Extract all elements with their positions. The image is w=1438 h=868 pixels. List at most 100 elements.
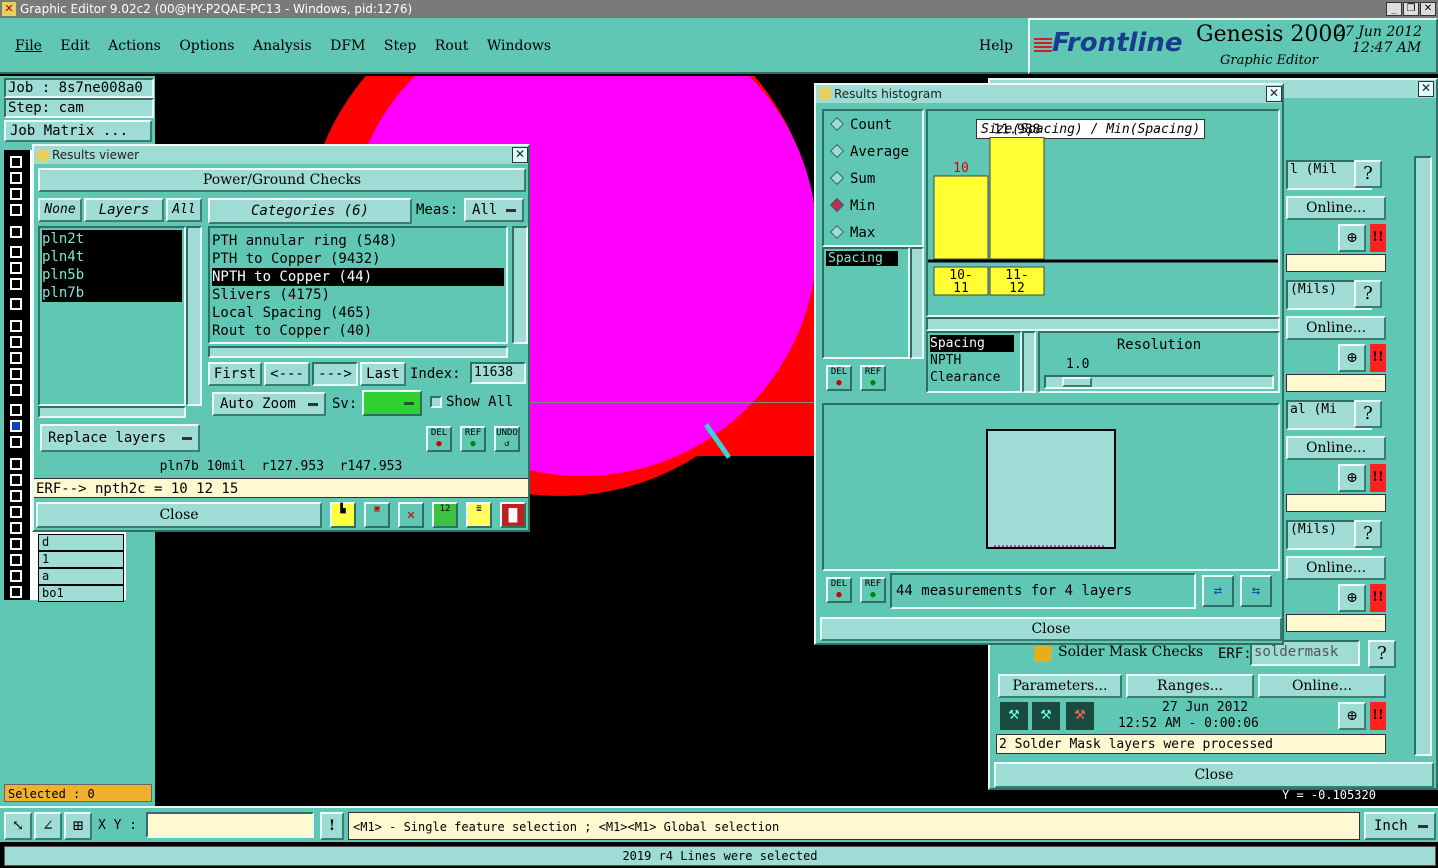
del-icon[interactable]: DEL ● (826, 577, 852, 603)
xy-input[interactable] (146, 812, 314, 838)
layer-select-checkbox[interactable] (10, 458, 22, 470)
layer-item[interactable]: pln4t (42, 248, 182, 266)
restore-button[interactable]: ❐ (1403, 2, 1419, 16)
layer-list-scrollbar[interactable] (186, 226, 202, 406)
close-window-button[interactable]: ✕ (1420, 2, 1436, 16)
categories-scrollbar[interactable] (512, 226, 528, 344)
zoom-icon[interactable]: ⊕ (1338, 344, 1366, 372)
mode-radio-max[interactable]: Max (829, 224, 875, 241)
grid-icon[interactable]: ⊞ (64, 812, 92, 840)
histogram-close-button[interactable]: Close (820, 617, 1282, 641)
menu-edit[interactable]: Edit (60, 38, 89, 54)
run-stop-icon[interactable]: ⚒ (1066, 702, 1094, 730)
layer-select-checkbox[interactable] (10, 368, 22, 380)
layer-select-checkbox[interactable] (10, 336, 22, 348)
zoom-icon[interactable]: ⊕ (1338, 464, 1366, 492)
run-global-icon[interactable]: ⚒ (1032, 702, 1060, 730)
menu-file[interactable]: File (15, 38, 42, 54)
zoom-icon[interactable]: ⊕ (1338, 702, 1366, 730)
report-icon[interactable]: ≣ (466, 502, 492, 528)
menu-actions[interactable]: Actions (108, 38, 161, 54)
show-all-checkbox[interactable] (430, 396, 442, 408)
help-button[interactable]: ? (1354, 280, 1382, 308)
online-button[interactable]: Online... (1286, 196, 1386, 220)
info-icon[interactable]: ! (320, 812, 344, 840)
categories-hscrollbar[interactable] (208, 346, 508, 358)
layer-select-checkbox[interactable] (10, 278, 22, 290)
last-button[interactable]: Last (360, 362, 406, 386)
layer-select-checkbox[interactable] (10, 570, 22, 582)
layer-select-checkbox[interactable] (10, 506, 22, 518)
parameters-button[interactable]: Parameters... (998, 674, 1122, 698)
display-icon[interactable]: ▙ (330, 502, 356, 528)
zoom-icon[interactable]: ⊕ (1338, 224, 1366, 252)
layer-item[interactable]: pln2t (42, 230, 182, 248)
category-item[interactable]: NPTH to Copper (44) (212, 268, 504, 286)
online-button[interactable]: Online... (1286, 436, 1386, 460)
layer-select-checkbox[interactable] (10, 538, 22, 550)
menu-help[interactable]: Help (979, 38, 1013, 54)
category-item[interactable]: Slivers (4175) (212, 286, 504, 304)
layer-select-checkbox[interactable] (10, 384, 22, 396)
none-button[interactable]: None (38, 198, 82, 222)
categories-button[interactable]: Categories (6) (208, 198, 412, 224)
measure-item[interactable]: Spacing (826, 251, 898, 266)
first-button[interactable]: First (208, 362, 262, 386)
layer-row[interactable]: d (38, 534, 124, 551)
layer-select-checkbox[interactable] (10, 156, 22, 168)
layers-button[interactable]: Layers (84, 198, 164, 222)
measure-type-item[interactable]: Clearance (930, 369, 1014, 386)
category-item[interactable]: Rout to Copper (40) (212, 322, 504, 340)
layer-list-hscrollbar[interactable] (38, 406, 186, 418)
close-icon[interactable]: ✕ (1418, 81, 1434, 97)
measure-icon[interactable]: ∠ (34, 812, 62, 840)
layer-select-checkbox[interactable] (10, 490, 22, 502)
all-button[interactable]: All (166, 198, 202, 222)
auto-zoom-dropdown[interactable]: Auto Zoom (212, 392, 326, 416)
histogram-bar[interactable] (933, 175, 989, 260)
mode-radio-average[interactable]: Average (829, 143, 909, 160)
layout-icon[interactable]: ⇆ (1240, 575, 1272, 607)
layer-item[interactable]: pln7b (42, 284, 182, 302)
menu-dfm[interactable]: DFM (330, 38, 365, 54)
index-input[interactable]: 11638 (470, 362, 526, 384)
layer-row[interactable]: 1 (38, 551, 124, 568)
layer-row[interactable]: bo1 (38, 585, 124, 602)
layer-select-checkbox[interactable] (10, 352, 22, 364)
menu-options[interactable]: Options (179, 38, 234, 54)
replace-layers-dropdown[interactable]: Replace layers (40, 424, 200, 452)
mode-radio-sum[interactable]: Sum (829, 170, 875, 187)
category-item[interactable]: Local Spacing (465) (212, 304, 504, 322)
layer-select-checkbox[interactable] (10, 320, 22, 332)
layer-select-checkbox[interactable] (10, 188, 22, 200)
resolution-slider[interactable] (1044, 375, 1274, 389)
layer-select-checkbox[interactable] (10, 420, 22, 432)
ref-icon[interactable]: REF ● (860, 577, 886, 603)
results-close-button[interactable]: Close (36, 502, 322, 528)
export-icon[interactable]: ⇄ (1202, 575, 1234, 607)
ref-icon[interactable]: REF ● (460, 426, 486, 452)
job-matrix-button[interactable]: Job Matrix ... (4, 120, 152, 142)
clear-ref-icon[interactable]: ✕ (398, 502, 424, 528)
minimize-button[interactable]: _ (1386, 2, 1402, 16)
help-button[interactable]: ? (1354, 520, 1382, 548)
ref-icon[interactable]: REF ● (860, 365, 886, 391)
meas-dropdown[interactable]: All (464, 198, 524, 222)
layer-item[interactable]: pln5b (42, 266, 182, 284)
layer-select-checkbox[interactable] (10, 522, 22, 534)
layer-select-checkbox[interactable] (10, 246, 22, 258)
undo-icon[interactable]: UNDO ↺ (494, 426, 520, 452)
sv-color-dropdown[interactable] (362, 390, 422, 416)
help-button[interactable]: ? (1368, 640, 1396, 668)
layer-select-checkbox[interactable] (10, 554, 22, 566)
measure-type-item[interactable]: Spacing (930, 335, 1014, 352)
histogram-bar[interactable] (989, 136, 1045, 260)
chart-hscrollbar[interactable] (926, 317, 1280, 331)
del-icon[interactable]: DEL ● (826, 365, 852, 391)
zoom-in-icon[interactable]: ⤡ (4, 812, 32, 840)
category-item[interactable]: PTH to Copper (9432) (212, 250, 504, 268)
layer-select-checkbox[interactable] (10, 262, 22, 274)
online-button[interactable]: Online... (1258, 674, 1386, 698)
measure-type-item[interactable]: NPTH (930, 352, 1014, 369)
units-dropdown[interactable]: Inch (1364, 812, 1436, 840)
